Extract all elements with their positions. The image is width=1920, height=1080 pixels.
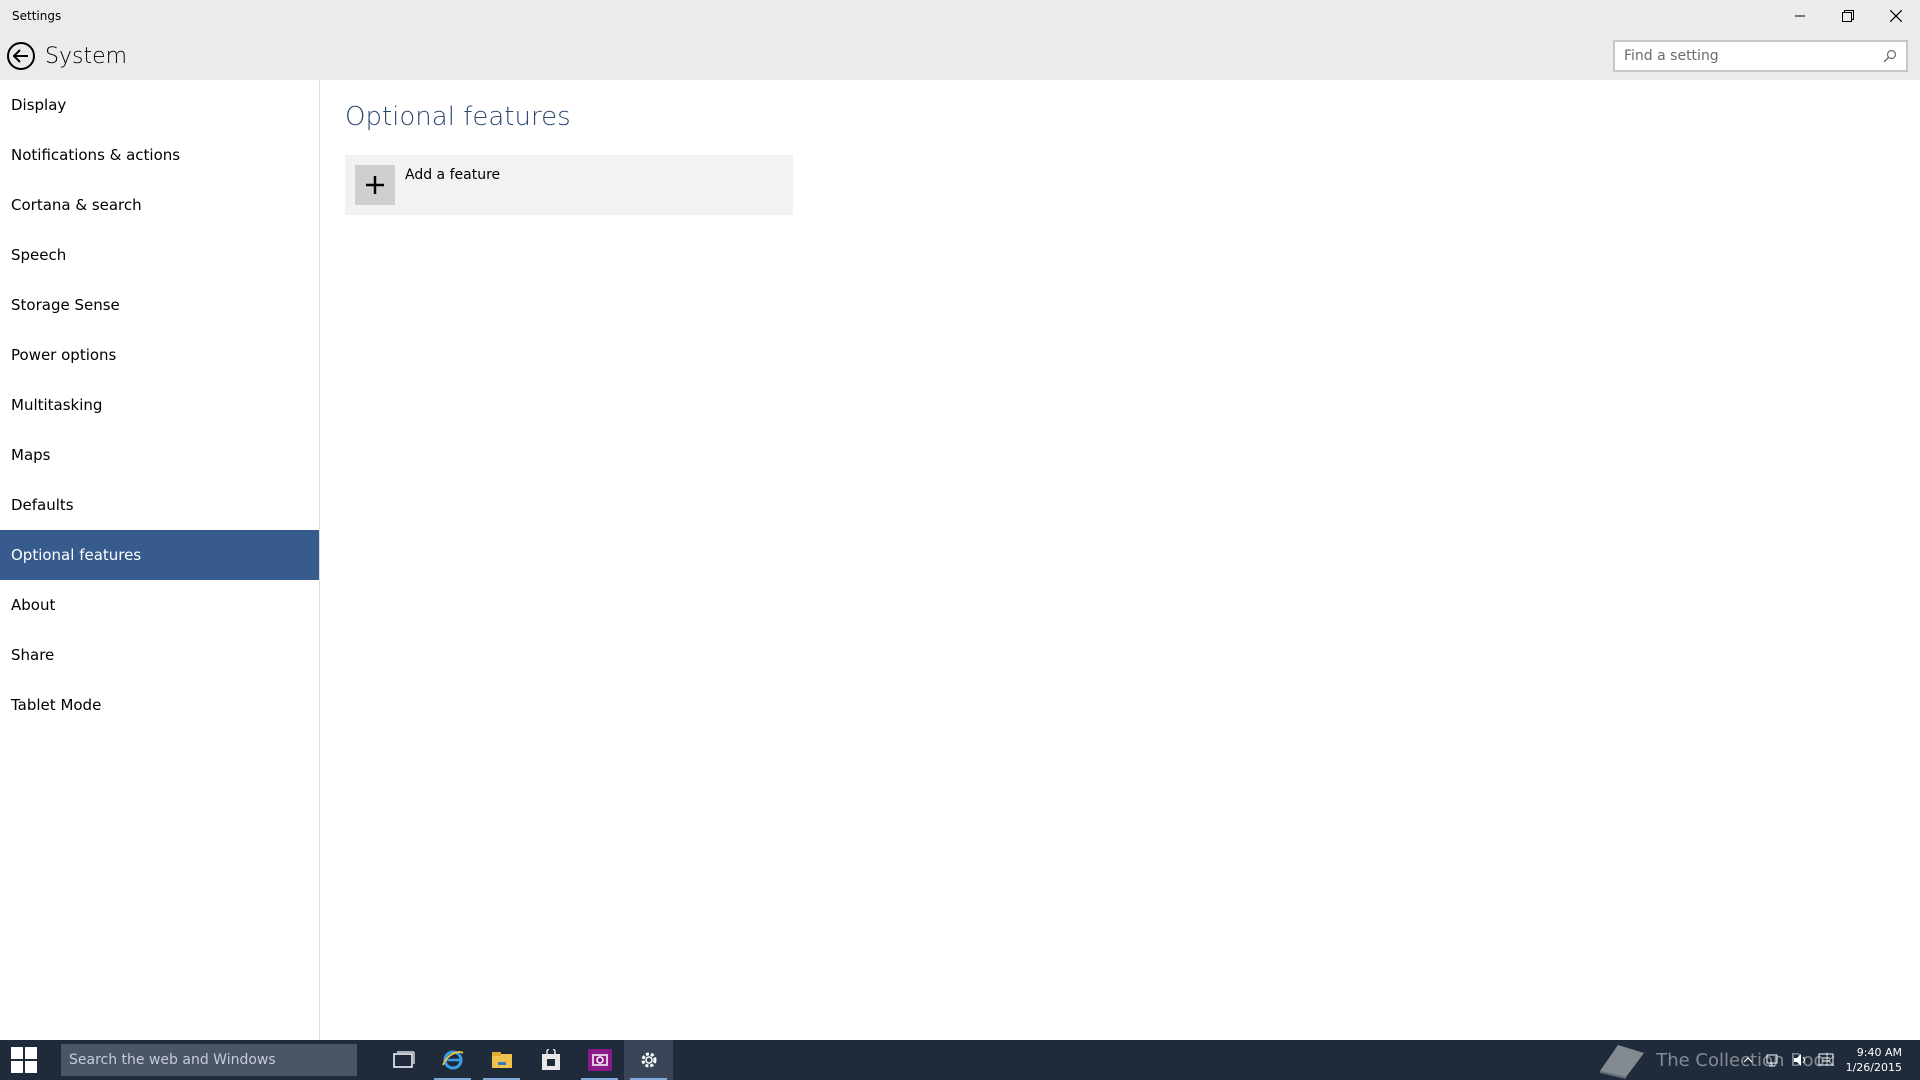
back-button[interactable] <box>5 40 37 72</box>
add-feature-label: Add a feature <box>405 167 501 183</box>
settings-header: System <box>0 32 1920 80</box>
find-setting-input[interactable] <box>1615 42 1878 70</box>
plus-icon <box>355 165 395 205</box>
sidebar-item-maps[interactable]: Maps <box>0 430 319 480</box>
sidebar-item-power-options[interactable]: Power options <box>0 330 319 380</box>
sidebar-item-share[interactable]: Share <box>0 630 319 680</box>
taskbar-search-box[interactable]: Search the web and Windows <box>61 1044 357 1076</box>
windows-logo-icon <box>11 1047 37 1073</box>
network-icon[interactable] <box>1766 1052 1782 1068</box>
action-center-icon[interactable] <box>1818 1052 1834 1068</box>
title-bar: Settings <box>0 0 1920 32</box>
taskbar-clock[interactable]: 9:40 AM 1/26/2015 <box>1846 1045 1902 1075</box>
sidebar-item-optional-features[interactable]: Optional features <box>0 530 319 580</box>
camera-app-icon[interactable] <box>575 1040 624 1080</box>
sidebar-item-notifications[interactable]: Notifications & actions <box>0 130 319 180</box>
internet-explorer-icon[interactable] <box>428 1040 477 1080</box>
add-feature-button[interactable]: Add a feature <box>345 155 793 215</box>
taskbar-pinned-apps <box>379 1040 673 1080</box>
page-title: Optional features <box>345 102 571 132</box>
back-arrow-icon <box>7 42 35 70</box>
sidebar-item-about[interactable]: About <box>0 580 319 630</box>
sidebar-item-multitasking[interactable]: Multitasking <box>0 380 319 430</box>
sidebar-item-speech[interactable]: Speech <box>0 230 319 280</box>
page-section-title: System <box>45 43 128 69</box>
search-icon[interactable] <box>1878 49 1902 63</box>
clock-date: 1/26/2015 <box>1845 1061 1902 1074</box>
sidebar-nav: Display Notifications & actions Cortana … <box>0 80 320 1040</box>
clock-time: 9:40 AM <box>1856 1046 1902 1059</box>
start-button[interactable] <box>0 1040 48 1080</box>
show-hidden-icons-chevron-icon[interactable] <box>1740 1052 1756 1068</box>
store-icon[interactable] <box>526 1040 575 1080</box>
find-setting-box[interactable] <box>1613 40 1908 72</box>
taskbar: Search the web and Windows The Collectio… <box>0 1040 1920 1080</box>
sidebar-item-tablet-mode[interactable]: Tablet Mode <box>0 680 319 730</box>
sidebar-item-display[interactable]: Display <box>0 80 319 130</box>
minimize-icon <box>1795 15 1805 17</box>
file-explorer-icon[interactable] <box>477 1040 526 1080</box>
system-tray: 9:40 AM 1/26/2015 <box>1740 1040 1920 1080</box>
minimize-button[interactable] <box>1776 0 1824 32</box>
task-view-icon[interactable] <box>379 1040 428 1080</box>
book-logo-icon <box>1600 1045 1645 1079</box>
restore-button[interactable] <box>1824 0 1872 32</box>
close-icon <box>1890 10 1902 22</box>
settings-gear-icon[interactable] <box>624 1040 673 1080</box>
sidebar-item-storage-sense[interactable]: Storage Sense <box>0 280 319 330</box>
main-content: Optional features Add a feature <box>321 80 1920 1040</box>
sidebar-item-cortana[interactable]: Cortana & search <box>0 180 319 230</box>
volume-icon[interactable] <box>1792 1052 1808 1068</box>
sidebar-item-defaults[interactable]: Defaults <box>0 480 319 530</box>
close-button[interactable] <box>1872 0 1920 32</box>
window-title: Settings <box>12 9 62 23</box>
restore-icon <box>1842 10 1854 22</box>
taskbar-search-placeholder: Search the web and Windows <box>69 1052 276 1068</box>
